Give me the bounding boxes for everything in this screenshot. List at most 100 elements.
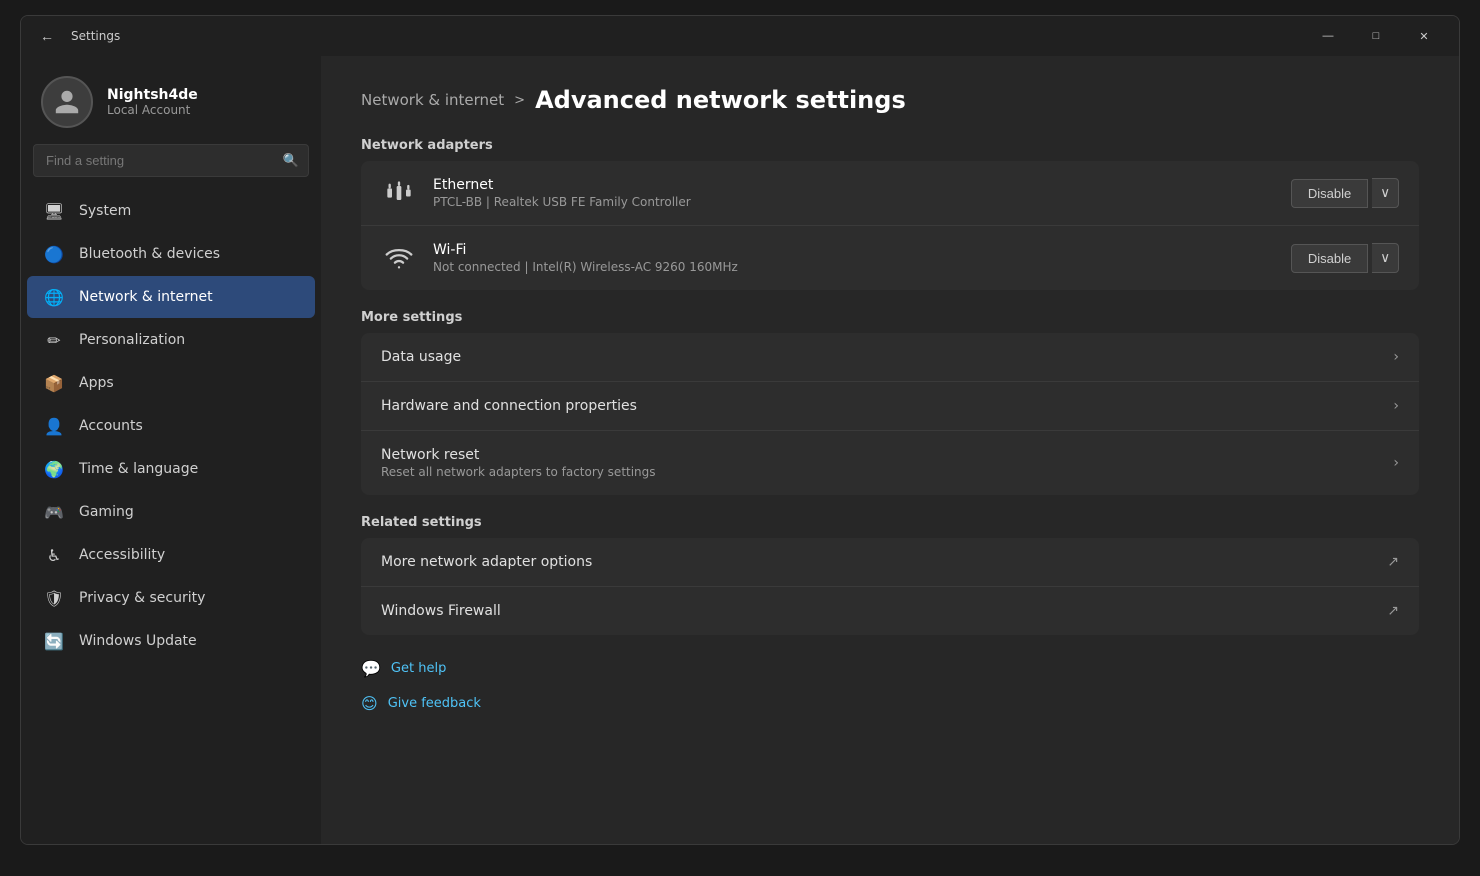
breadcrumb-separator: > [514,93,525,108]
ethernet-expand-button[interactable]: ∨ [1372,178,1399,208]
sidebar-label-accounts: Accounts [79,418,299,434]
hardware-connection-row[interactable]: Hardware and connection properties › [361,382,1419,431]
related-settings-header: Related settings [361,515,1419,530]
content-area: Network & internet > Advanced network se… [321,56,1459,844]
more-settings-card: Data usage › Hardware and connection pro… [361,333,1419,495]
search-input[interactable] [33,144,309,177]
more-adapter-options-title: More network adapter options [381,554,592,570]
sidebar-label-personalization: Personalization [79,332,299,348]
ethernet-icon [381,175,417,211]
titlebar-left: ← Settings [33,22,1305,50]
sidebar-label-gaming: Gaming [79,504,299,520]
sidebar-item-apps[interactable]: 📦 Apps [27,362,315,404]
sidebar-item-bluetooth[interactable]: 🔵 Bluetooth & devices [27,233,315,275]
ethernet-adapter-row: Ethernet PTCL-BB | Realtek USB FE Family… [361,161,1419,226]
sidebar-label-privacy: Privacy & security [79,590,299,606]
breadcrumb: Network & internet > Advanced network se… [361,86,1419,114]
user-profile: Nightsh4de Local Account [21,56,321,144]
app-title: Settings [71,29,120,43]
sidebar: Nightsh4de Local Account 🔍 🖥 System 🔵 Bl… [21,56,321,844]
ethernet-adapter-name: Ethernet [433,177,1275,193]
sidebar-item-accounts[interactable]: 👤 Accounts [27,405,315,447]
back-button[interactable]: ← [33,22,61,50]
wifi-adapter-info: Wi-Fi Not connected | Intel(R) Wireless-… [433,242,1275,274]
windows-firewall-title: Windows Firewall [381,603,501,619]
give-feedback-link[interactable]: 😊 Give feedback [361,690,1419,717]
network-icon: 🌐 [43,286,65,308]
sidebar-item-privacy[interactable]: 🛡 Privacy & security [27,577,315,619]
sidebar-nav: 🖥 System 🔵 Bluetooth & devices 🌐 Network… [21,189,321,663]
titlebar: ← Settings — □ ✕ [21,16,1459,56]
chevron-right-icon-2: › [1393,398,1399,414]
external-link-icon: ↗ [1387,554,1399,570]
help-icon: 💬 [361,659,381,678]
chevron-right-icon: › [1393,349,1399,365]
minimize-button[interactable]: — [1305,21,1351,51]
wifi-adapter-name: Wi-Fi [433,242,1275,258]
ethernet-adapter-desc: PTCL-BB | Realtek USB FE Family Controll… [433,195,1275,209]
windows-firewall-row[interactable]: Windows Firewall ↗ [361,587,1419,635]
close-button[interactable]: ✕ [1401,21,1447,51]
sidebar-item-gaming[interactable]: 🎮 Gaming [27,491,315,533]
data-usage-content: Data usage [381,349,461,365]
sidebar-item-system[interactable]: 🖥 System [27,190,315,232]
wifi-adapter-desc: Not connected | Intel(R) Wireless-AC 926… [433,260,1275,274]
sidebar-label-time: Time & language [79,461,299,477]
apps-icon: 📦 [43,372,65,394]
wifi-adapter-row: Wi-Fi Not connected | Intel(R) Wireless-… [361,226,1419,290]
chevron-right-icon-3: › [1393,455,1399,471]
sidebar-label-bluetooth: Bluetooth & devices [79,246,299,262]
window-controls: — □ ✕ [1305,21,1447,51]
network-reset-desc: Reset all network adapters to factory se… [381,465,656,479]
windows-firewall-content: Windows Firewall [381,603,501,619]
user-avatar-icon [53,88,81,116]
network-adapters-header: Network adapters [361,138,1419,153]
privacy-icon: 🛡 [43,587,65,609]
breadcrumb-parent[interactable]: Network & internet [361,91,504,109]
more-settings-header: More settings [361,310,1419,325]
get-help-label: Get help [391,661,446,676]
username: Nightsh4de [107,87,198,103]
bluetooth-icon: 🔵 [43,243,65,265]
network-reset-content: Network reset Reset all network adapters… [381,447,656,479]
bottom-links: 💬 Get help 😊 Give feedback [361,655,1419,717]
get-help-link[interactable]: 💬 Get help [361,655,1419,682]
user-info: Nightsh4de Local Account [107,87,198,117]
search-icon: 🔍 [283,153,299,168]
chevron-down-icon: ∨ [1380,250,1390,266]
settings-window: ← Settings — □ ✕ Nightsh4de Local Accoun… [20,15,1460,845]
more-adapter-options-content: More network adapter options [381,554,592,570]
account-type: Local Account [107,103,198,117]
ethernet-adapter-actions: Disable ∨ [1291,178,1399,208]
chevron-down-icon: ∨ [1380,185,1390,201]
search-bar: 🔍 [33,144,309,177]
give-feedback-label: Give feedback [388,696,481,711]
sidebar-label-network: Network & internet [79,289,299,305]
feedback-icon: 😊 [361,694,378,713]
accessibility-icon: ♿ [43,544,65,566]
main-layout: Nightsh4de Local Account 🔍 🖥 System 🔵 Bl… [21,56,1459,844]
sidebar-item-windows-update[interactable]: 🔄 Windows Update [27,620,315,662]
system-icon: 🖥 [43,200,65,222]
wifi-expand-button[interactable]: ∨ [1372,243,1399,273]
more-adapter-options-row[interactable]: More network adapter options ↗ [361,538,1419,587]
maximize-button[interactable]: □ [1353,21,1399,51]
ethernet-disable-button[interactable]: Disable [1291,179,1368,208]
sidebar-item-personalization[interactable]: ✏ Personalization [27,319,315,361]
network-reset-title: Network reset [381,447,656,463]
network-adapters-card: Ethernet PTCL-BB | Realtek USB FE Family… [361,161,1419,290]
external-link-icon-2: ↗ [1387,603,1399,619]
sidebar-item-time[interactable]: 🌍 Time & language [27,448,315,490]
sidebar-item-accessibility[interactable]: ♿ Accessibility [27,534,315,576]
accounts-icon: 👤 [43,415,65,437]
network-reset-row[interactable]: Network reset Reset all network adapters… [361,431,1419,495]
ethernet-adapter-info: Ethernet PTCL-BB | Realtek USB FE Family… [433,177,1275,209]
data-usage-row[interactable]: Data usage › [361,333,1419,382]
sidebar-label-system: System [79,203,299,219]
wifi-disable-button[interactable]: Disable [1291,244,1368,273]
avatar [41,76,93,128]
sidebar-label-apps: Apps [79,375,299,391]
wifi-adapter-actions: Disable ∨ [1291,243,1399,273]
sidebar-item-network[interactable]: 🌐 Network & internet [27,276,315,318]
personalization-icon: ✏ [43,329,65,351]
